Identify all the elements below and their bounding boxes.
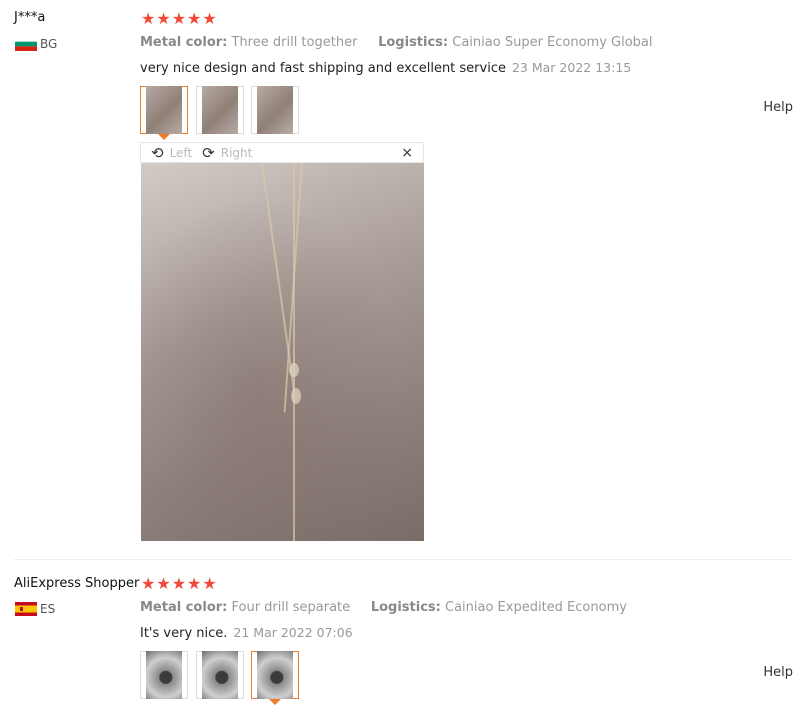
metal-color-label: Metal color: — [140, 600, 228, 615]
spain-flag-icon — [15, 602, 37, 616]
review-date: 23 Mar 2022 13:15 — [511, 60, 632, 75]
logistics-value: Cainiao Super Economy Global — [452, 35, 653, 50]
review-date: 21 Mar 2022 07:06 — [233, 625, 353, 640]
review-text: It's very nice. — [140, 626, 228, 641]
review-attributes: Metal color: Four drill separate Logisti… — [140, 600, 627, 615]
rotate-left-label: Left — [169, 145, 193, 160]
rotate-right-button[interactable]: ⟳ Right — [202, 144, 252, 162]
review-photo-thumbnail[interactable] — [196, 86, 244, 134]
review-photo-thumbnail[interactable] — [251, 651, 299, 705]
logistics-value: Cainiao Expedited Economy — [445, 600, 627, 615]
close-icon[interactable]: × — [401, 145, 413, 161]
photo-viewer-toolbar: ⟲ Left ⟳ Right × — [140, 142, 424, 163]
review-photo-thumbnail[interactable] — [140, 86, 188, 140]
logistics-label: Logistics: — [370, 600, 441, 615]
metal-color-value: Three drill together — [231, 35, 358, 50]
logistics-label: Logistics: — [378, 35, 449, 50]
rotate-left-icon: ⟲ — [151, 143, 164, 162]
reviewer-name: AliExpress Shopper — [14, 576, 140, 591]
rotate-right-icon: ⟳ — [202, 143, 215, 162]
reviewer-name: J***a — [14, 10, 46, 25]
review-photo-thumbnail[interactable] — [140, 651, 188, 699]
bulgaria-flag-icon — [15, 37, 37, 51]
review-photo-thumbnail[interactable] — [196, 651, 244, 699]
metal-color-label: Metal color: — [140, 35, 228, 50]
review-divider — [14, 559, 792, 560]
review-text: very nice design and fast shipping and e… — [140, 61, 506, 76]
rotate-right-label: Right — [220, 145, 253, 160]
review-content: very nice design and fast shipping and e… — [140, 60, 631, 76]
reviewer-country: ES — [40, 602, 56, 616]
review-attributes: Metal color: Three drill together Logist… — [140, 35, 653, 50]
help-link[interactable]: Help — [763, 665, 793, 680]
expanded-review-photo — [141, 163, 424, 541]
help-link[interactable]: Help — [763, 100, 793, 115]
star-rating: ★★★★★ — [141, 9, 218, 28]
star-rating: ★★★★★ — [141, 574, 218, 593]
reviewer-country: BG — [40, 37, 58, 51]
review-photo-thumbnail[interactable] — [251, 86, 299, 134]
review-content: It's very nice. 21 Mar 2022 07:06 — [140, 625, 353, 641]
rotate-left-button[interactable]: ⟲ Left — [151, 144, 192, 162]
metal-color-value: Four drill separate — [231, 600, 351, 615]
